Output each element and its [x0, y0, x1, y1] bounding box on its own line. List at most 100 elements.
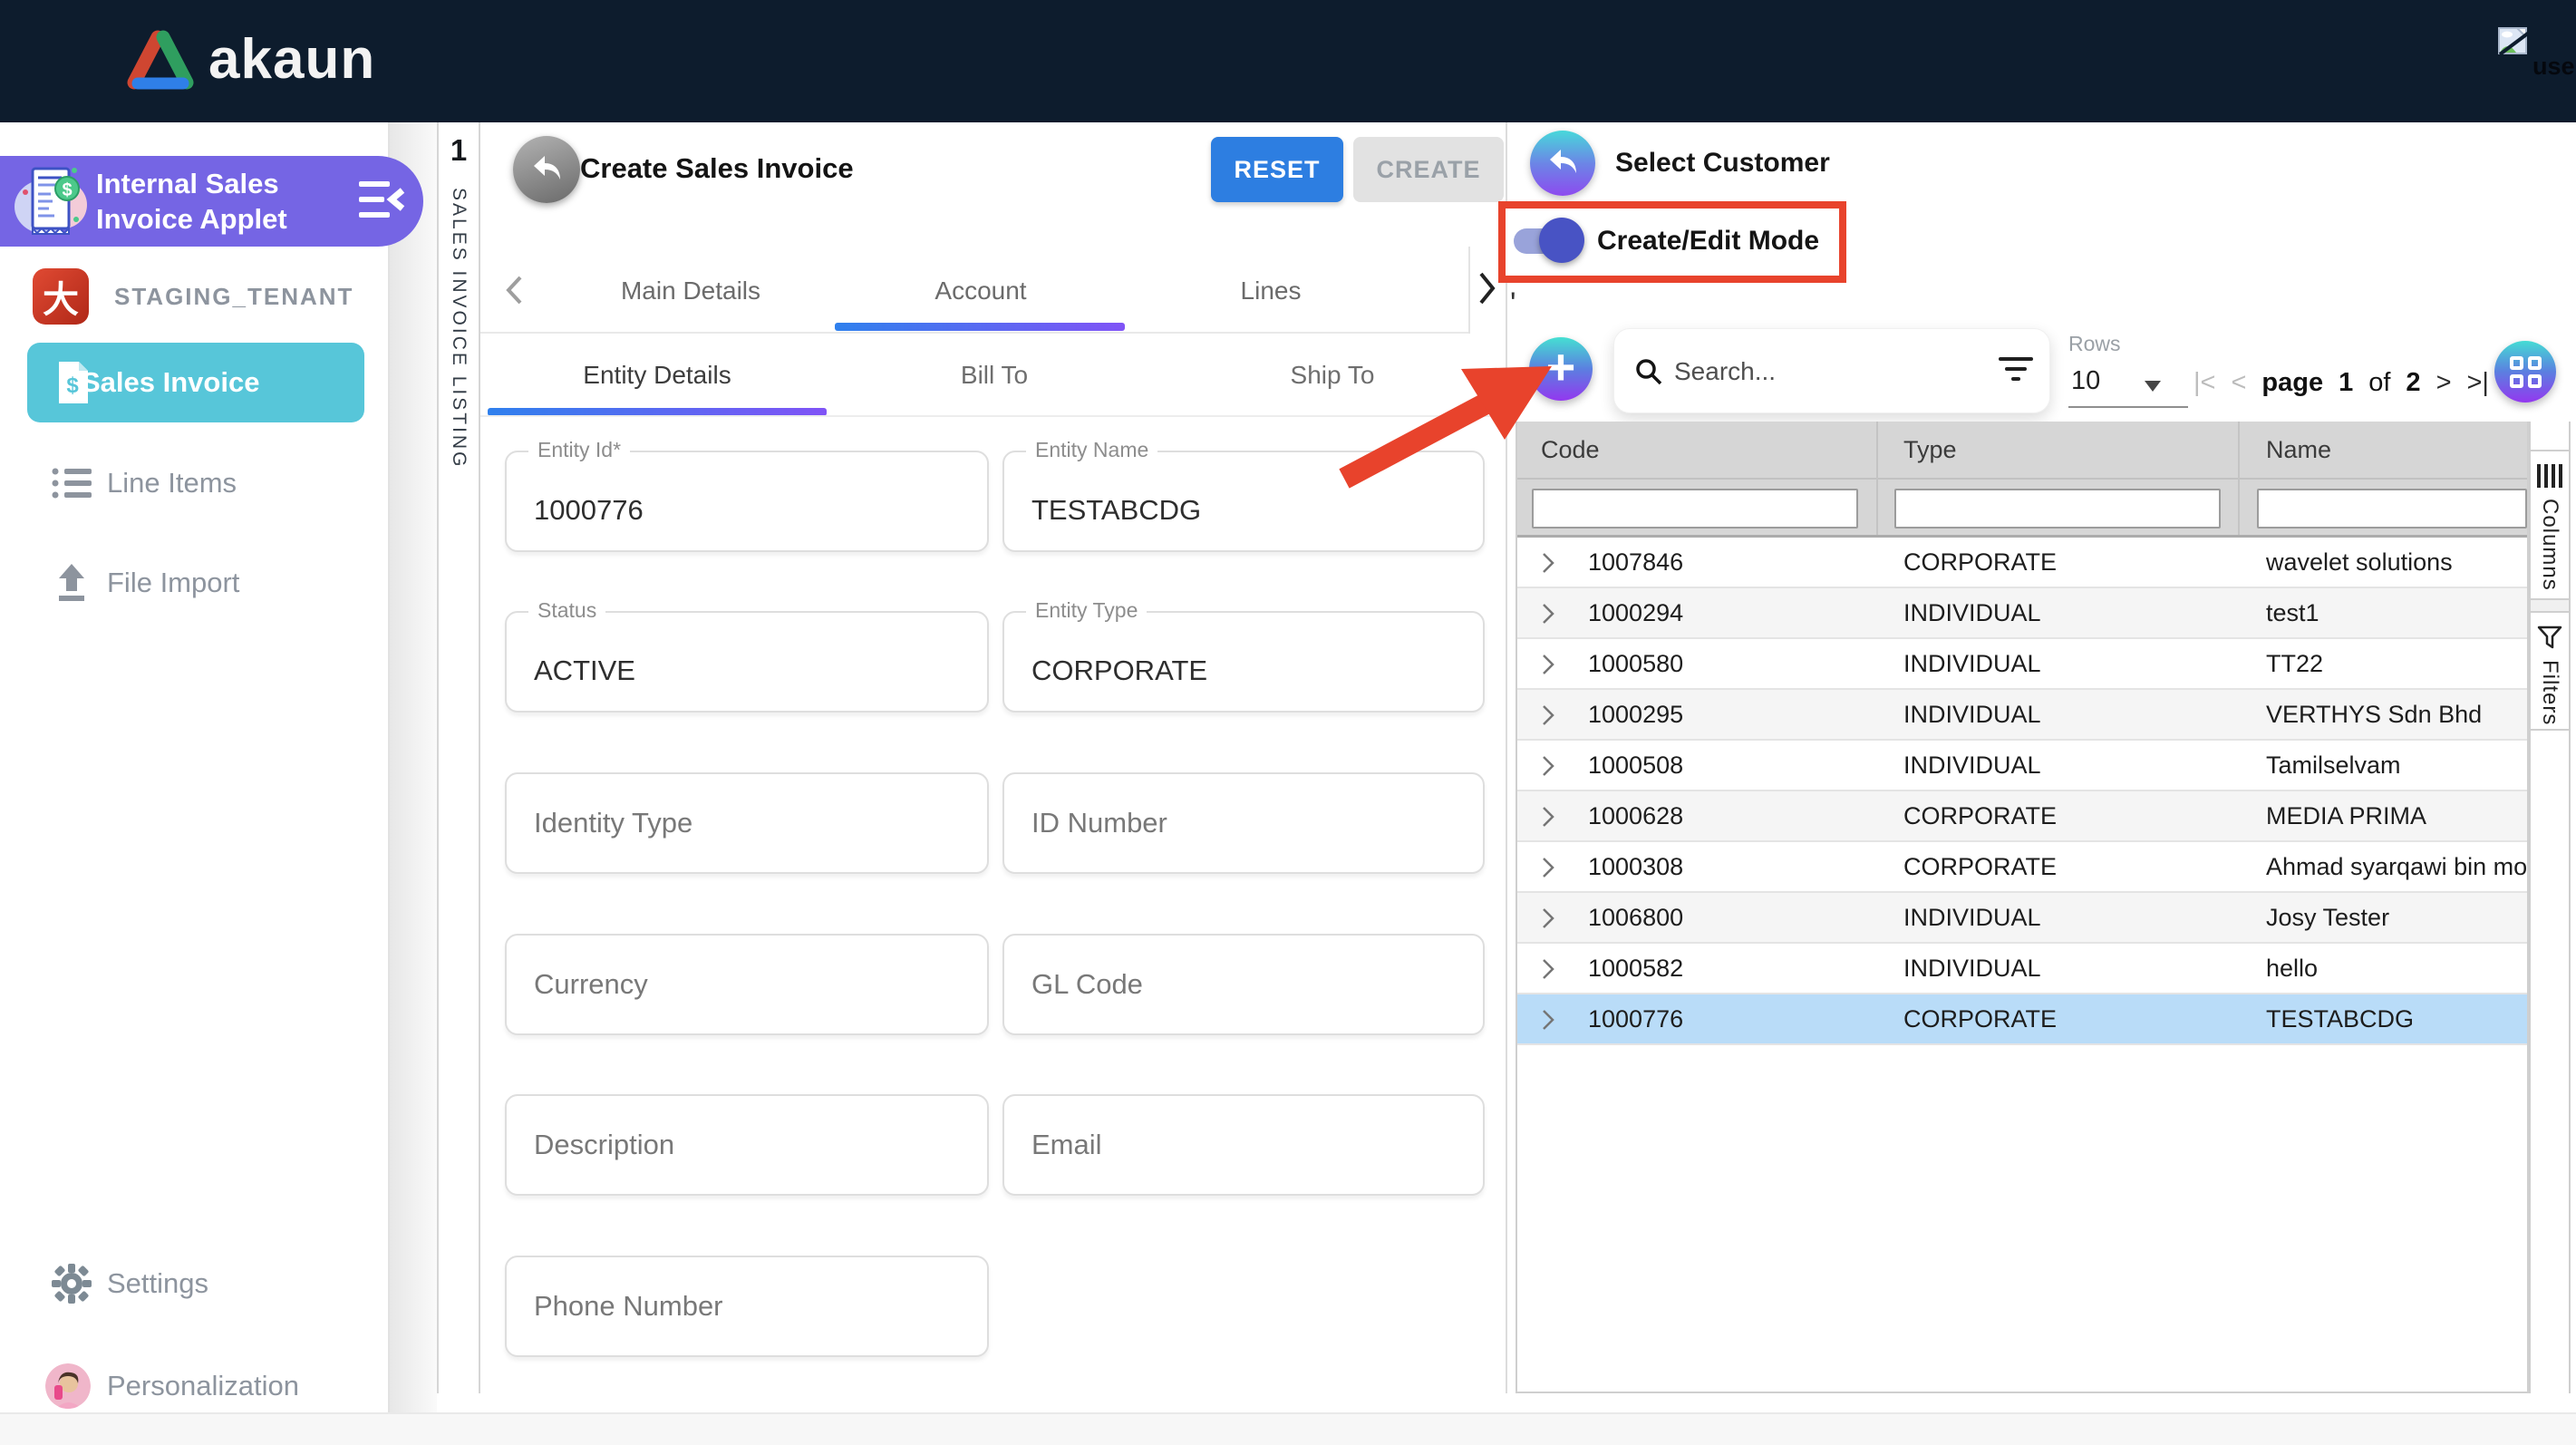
of-word: of: [2368, 368, 2390, 398]
first-page-button[interactable]: |<: [2193, 368, 2215, 398]
subtab-entity-details[interactable]: Entity Details: [583, 361, 731, 390]
rows-caret-icon[interactable]: [2145, 381, 2161, 392]
akaun-logo: akaun: [127, 27, 375, 92]
field-value: CORPORATE: [1031, 655, 1207, 687]
row-expand-chevron-icon[interactable]: [1541, 1008, 1555, 1036]
table-row[interactable]: 1000582 INDIVIDUAL hello: [1516, 944, 2529, 994]
user-avatar-broken[interactable]: use: [2498, 27, 2576, 91]
row-expand-chevron-icon[interactable]: [1541, 602, 1555, 630]
status-field[interactable]: Status ACTIVE: [505, 611, 989, 713]
tabs-scroll-left-icon[interactable]: [504, 274, 524, 311]
sidebar-item-line-items[interactable]: Line Items: [0, 451, 390, 515]
column-header-name[interactable]: Name: [2266, 436, 2331, 464]
tabs-divider: [480, 332, 1468, 334]
field-placeholder: Description: [534, 1129, 674, 1161]
reset-button[interactable]: RESET: [1211, 137, 1343, 202]
cell-name: Tamilselvam: [2266, 752, 2527, 780]
name-filter-input[interactable]: [2257, 489, 2527, 529]
columns-icon: [2537, 464, 2562, 488]
column-header-code[interactable]: Code: [1541, 436, 1600, 464]
row-expand-chevron-icon[interactable]: [1541, 957, 1555, 985]
prev-page-button[interactable]: <: [2231, 368, 2246, 398]
id-number-field[interactable]: ID Number: [1002, 772, 1485, 874]
applet-header[interactable]: $ Internal Sales Invoice Applet: [0, 156, 423, 247]
columns-tab[interactable]: Columns: [2531, 451, 2569, 600]
cell-name: TT22: [2266, 650, 2527, 678]
tab-account[interactable]: Account: [935, 276, 1026, 305]
back-button[interactable]: [513, 136, 580, 203]
rows-per-page-select[interactable]: 10: [2071, 366, 2100, 396]
sidebar-item-personalization[interactable]: Personalization: [0, 1354, 390, 1418]
listing-index: 1: [439, 133, 479, 168]
cell-type: CORPORATE: [1903, 853, 2057, 881]
next-page-button[interactable]: >: [2436, 368, 2452, 398]
sidebar-item-label: Personalization: [107, 1370, 299, 1402]
current-page: 1: [2339, 368, 2353, 398]
select-customer-back-button[interactable]: [1530, 131, 1595, 196]
app-screen: akaun use: [0, 0, 2576, 1445]
table-row[interactable]: 1006800 INDIVIDUAL Josy Tester: [1516, 893, 2529, 944]
identity-type-field[interactable]: Identity Type: [505, 772, 989, 874]
sidebar-item-settings[interactable]: Settings: [0, 1252, 390, 1315]
type-filter-input[interactable]: [1894, 489, 2221, 529]
entity-id-field[interactable]: Entity Id* 1000776: [505, 451, 989, 552]
code-filter-input[interactable]: [1532, 489, 1858, 529]
table-row[interactable]: 1000294 INDIVIDUAL test1: [1516, 588, 2529, 639]
table-row[interactable]: 1000776 CORPORATE TESTABCDG: [1516, 994, 2529, 1045]
filters-tab[interactable]: Filters: [2531, 611, 2569, 731]
email-field[interactable]: Email: [1002, 1094, 1485, 1196]
entity-name-field[interactable]: Entity Name TESTABCDG: [1002, 451, 1485, 552]
tabs-scroll-right-icon[interactable]: [1477, 270, 1497, 311]
row-expand-chevron-icon[interactable]: [1541, 703, 1555, 732]
row-expand-chevron-icon[interactable]: [1541, 754, 1555, 782]
tenant-label: STAGING_TENANT: [114, 283, 353, 311]
gl-code-field[interactable]: GL Code: [1002, 934, 1485, 1035]
subtab-bill-to[interactable]: Bill To: [961, 361, 1028, 390]
column-header-type[interactable]: Type: [1903, 436, 1957, 464]
last-page-button[interactable]: >|: [2467, 368, 2489, 398]
table-bottom-border: [1516, 1392, 2529, 1393]
toggle-thumb[interactable]: [1539, 218, 1584, 263]
subtab-ship-to[interactable]: Ship To: [1291, 361, 1375, 390]
tenant-row[interactable]: 大 STAGING_TENANT: [0, 265, 390, 330]
row-expand-chevron-icon[interactable]: [1541, 907, 1555, 935]
search-input[interactable]: [1674, 351, 1928, 393]
column-divider: [1876, 422, 1878, 537]
personalization-avatar: [45, 1363, 91, 1409]
create-button[interactable]: CREATE: [1353, 137, 1504, 202]
svg-text:$: $: [62, 180, 72, 200]
sidebar-item-file-import[interactable]: File Import: [0, 551, 390, 615]
top-navbar: akaun use: [0, 0, 2576, 122]
field-placeholder: ID Number: [1031, 807, 1167, 839]
field-label: Entity Name: [1026, 438, 1157, 462]
cell-code: 1000776: [1588, 1005, 1683, 1033]
currency-field[interactable]: Currency: [505, 934, 989, 1035]
table-row[interactable]: 1000628 CORPORATE MEDIA PRIMA: [1516, 791, 2529, 842]
table-row[interactable]: 1000508 INDIVIDUAL Tamilselvam: [1516, 741, 2529, 791]
sidebar-gap: [390, 122, 437, 1445]
table-row[interactable]: 1000580 INDIVIDUAL TT22: [1516, 639, 2529, 690]
grid-view-button[interactable]: [2494, 341, 2556, 402]
row-expand-chevron-icon[interactable]: [1541, 856, 1555, 884]
tab-lines[interactable]: Lines: [1241, 276, 1302, 305]
table-row[interactable]: 1007846 CORPORATE wavelet solutions: [1516, 538, 2529, 588]
filters-label: Filters: [2537, 660, 2562, 725]
phone-number-field[interactable]: Phone Number: [505, 1256, 989, 1357]
table-row[interactable]: 1000308 CORPORATE Ahmad syarqawi bin moh…: [1516, 842, 2529, 893]
cell-code: 1000308: [1588, 853, 1683, 881]
bottom-scrollbar-band[interactable]: [0, 1412, 2576, 1445]
add-customer-button[interactable]: +: [1529, 337, 1593, 401]
search-filter-icon[interactable]: [1999, 357, 2033, 387]
row-expand-chevron-icon[interactable]: [1541, 805, 1555, 833]
entity-type-field[interactable]: Entity Type CORPORATE: [1002, 611, 1485, 713]
tab-main-details[interactable]: Main Details: [621, 276, 760, 305]
row-expand-chevron-icon[interactable]: [1541, 551, 1555, 579]
menu-collapse-icon[interactable]: [359, 179, 406, 226]
cell-name: test1: [2266, 599, 2527, 627]
listing-strip[interactable]: 1 SALES INVOICE LISTING: [437, 122, 480, 1393]
akaun-triangle-icon: [127, 30, 194, 90]
table-row[interactable]: 1000295 INDIVIDUAL VERTHYS Sdn Bhd: [1516, 690, 2529, 741]
row-expand-chevron-icon[interactable]: [1541, 653, 1555, 681]
description-field[interactable]: Description: [505, 1094, 989, 1196]
sidebar-item-sales-invoice[interactable]: $ Sales Invoice: [27, 343, 364, 422]
